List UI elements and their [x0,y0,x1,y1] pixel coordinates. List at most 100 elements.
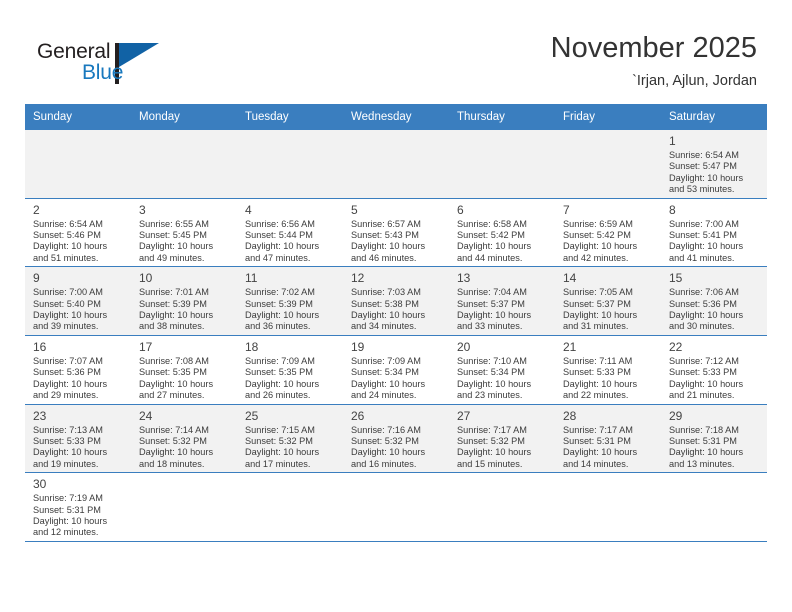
day-details: Sunrise: 7:08 AM Sunset: 5:35 PM Daylight:… [139,356,230,402]
general-blue-logo: General Blue [37,40,167,92]
daylight-text-line2: and 53 minutes. [669,184,735,195]
calendar-day-cell[interactable]: 18 Sunrise: 7:09 AM Sunset: 5:35 PM Dayligh… [237,334,343,405]
calendar-day-cell[interactable]: 9 Sunrise: 7:00 AM Sunset: 5:40 PM Daylight… [25,266,131,336]
calendar-day-cell[interactable]: 14 Sunrise: 7:05 AM Sunset: 5:37 PM Dayligh… [555,266,661,336]
daylight-text-line2: and 34 minutes. [351,321,417,332]
day-details: Sunrise: 7:09 AM Sunset: 5:34 PM Daylight:… [351,356,442,402]
calendar-day-cell[interactable]: 26 Sunrise: 7:16 AM Sunset: 5:32 PM Dayligh… [343,403,449,474]
day-details: Sunrise: 7:05 AM Sunset: 5:37 PM Daylight:… [563,287,654,333]
calendar-page: General Blue November 2025 `Irjan, Ajlun… [0,0,792,612]
sunrise-text: Sunrise: 7:03 AM [351,287,421,298]
calendar-day-cell[interactable]: 12 Sunrise: 7:03 AM Sunset: 5:38 PM Dayligh… [343,266,449,336]
calendar-day-cell[interactable]: 11 Sunrise: 7:02 AM Sunset: 5:39 PM Dayligh… [237,266,343,336]
calendar-day-cell[interactable]: 7 Sunrise: 6:59 AM Sunset: 5:42 PM Daylight… [555,197,661,268]
sunset-text: Sunset: 5:45 PM [139,230,207,241]
day-details: Sunrise: 6:58 AM Sunset: 5:42 PM Daylight:… [457,219,548,265]
sunrise-text: Sunrise: 7:18 AM [669,424,739,435]
day-number: 9 [33,271,40,286]
day-cell-content: 7 Sunrise: 6:59 AM Sunset: 5:42 PM Daylight… [555,199,661,267]
day-number: 13 [457,271,471,286]
calendar-day-cell[interactable]: 6 Sunrise: 6:58 AM Sunset: 5:42 PM Daylight… [449,197,555,268]
sunset-text: Sunset: 5:33 PM [33,435,101,446]
calendar-day-cell[interactable]: 29 Sunrise: 7:18 AM Sunset: 5:31 PM Dayligh… [661,403,767,474]
daylight-text-line2: and 36 minutes. [245,321,311,332]
weekday-header-friday: Friday [555,104,661,130]
weekday-header-sunday: Sunday [25,104,131,130]
sunset-text: Sunset: 5:39 PM [245,298,313,309]
calendar-day-cell[interactable]: 23 Sunrise: 7:13 AM Sunset: 5:33 PM Dayligh… [25,403,131,474]
daylight-text-line2: and 38 minutes. [139,321,205,332]
daylight-text-line2: and 41 minutes. [669,252,735,263]
calendar-day-cell[interactable]: 17 Sunrise: 7:08 AM Sunset: 5:35 PM Dayligh… [131,334,237,405]
sunrise-text: Sunrise: 7:17 AM [457,424,527,435]
sunset-text: Sunset: 5:36 PM [669,298,737,309]
daylight-text-line2: and 14 minutes. [563,458,629,469]
daylight-text-line1: Daylight: 10 hours [351,241,426,252]
daylight-text-line1: Daylight: 10 hours [245,447,320,458]
weekday-header-saturday: Saturday [661,104,767,130]
sunset-text: Sunset: 5:31 PM [563,435,631,446]
calendar-day-cell[interactable]: 27 Sunrise: 7:17 AM Sunset: 5:32 PM Dayligh… [449,403,555,474]
day-number: 2 [33,202,40,217]
calendar-day-cell[interactable]: 20 Sunrise: 7:10 AM Sunset: 5:34 PM Dayligh… [449,334,555,405]
calendar-day-cell[interactable]: 8 Sunrise: 7:00 AM Sunset: 5:41 PM Daylight… [661,197,767,268]
calendar-day-cell[interactable]: 1 Sunrise: 6:54 AM Sunset: 5:47 PM Daylight… [661,129,767,199]
weekday-header-wednesday: Wednesday [343,104,449,130]
daylight-text-line1: Daylight: 10 hours [245,241,320,252]
calendar-day-cell[interactable]: 2 Sunrise: 6:54 AM Sunset: 5:46 PM Daylight… [25,197,131,268]
day-details: Sunrise: 6:55 AM Sunset: 5:45 PM Daylight:… [139,219,230,265]
sunrise-text: Sunrise: 6:58 AM [457,218,527,229]
calendar-day-cell[interactable]: 30 Sunrise: 7:19 AM Sunset: 5:31 PM Dayligh… [25,472,131,542]
weekday-header-thursday: Thursday [449,104,555,130]
sunrise-text: Sunrise: 7:12 AM [669,355,739,366]
day-cell-content: 8 Sunrise: 7:00 AM Sunset: 5:41 PM Daylight… [661,199,767,267]
day-number: 29 [669,408,683,423]
calendar-day-cell[interactable]: 19 Sunrise: 7:09 AM Sunset: 5:34 PM Dayligh… [343,334,449,405]
daylight-text-line1: Daylight: 10 hours [351,447,426,458]
day-number: 23 [33,408,47,423]
day-cell-content [131,473,237,541]
daylight-text-line1: Daylight: 10 hours [669,447,744,458]
daylight-text-line2: and 29 minutes. [33,390,99,401]
sunset-text: Sunset: 5:44 PM [245,230,313,241]
day-details: Sunrise: 7:12 AM Sunset: 5:33 PM Daylight:… [669,356,760,402]
page-header: General Blue November 2025 `Irjan, Ajlun… [0,0,792,104]
day-cell-content: 27 Sunrise: 7:17 AM Sunset: 5:32 PM Dayligh… [449,405,555,473]
calendar-body: 1 Sunrise: 6:54 AM Sunset: 5:47 PM Daylight… [25,129,767,542]
calendar-day-cell[interactable]: 3 Sunrise: 6:55 AM Sunset: 5:45 PM Daylight… [131,197,237,268]
daylight-text-line1: Daylight: 10 hours [457,241,532,252]
calendar-header-row: Sunday Monday Tuesday Wednesday Thursday… [25,104,767,130]
calendar-empty-cell [449,129,555,199]
sunset-text: Sunset: 5:33 PM [669,367,737,378]
day-number: 19 [351,339,365,354]
daylight-text-line2: and 17 minutes. [245,458,311,469]
day-cell-content: 18 Sunrise: 7:09 AM Sunset: 5:35 PM Dayligh… [237,336,343,404]
calendar-day-cell[interactable]: 13 Sunrise: 7:04 AM Sunset: 5:37 PM Dayligh… [449,266,555,336]
sunset-text: Sunset: 5:39 PM [139,298,207,309]
sunrise-text: Sunrise: 7:16 AM [351,424,421,435]
calendar-day-cell[interactable]: 22 Sunrise: 7:12 AM Sunset: 5:33 PM Dayligh… [661,334,767,405]
calendar-week-row: 9 Sunrise: 7:00 AM Sunset: 5:40 PM Daylight… [25,266,767,336]
daylight-text-line2: and 27 minutes. [139,390,205,401]
daylight-text-line1: Daylight: 10 hours [33,241,108,252]
calendar-day-cell[interactable]: 28 Sunrise: 7:17 AM Sunset: 5:31 PM Dayligh… [555,403,661,474]
sunset-text: Sunset: 5:47 PM [669,161,737,172]
calendar-day-cell[interactable]: 4 Sunrise: 6:56 AM Sunset: 5:44 PM Daylight… [237,197,343,268]
day-cell-content: 10 Sunrise: 7:01 AM Sunset: 5:39 PM Dayligh… [131,267,237,335]
calendar-day-cell[interactable]: 15 Sunrise: 7:06 AM Sunset: 5:36 PM Dayligh… [661,266,767,336]
daylight-text-line1: Daylight: 10 hours [351,378,426,389]
calendar-empty-cell [555,129,661,199]
sunrise-text: Sunrise: 7:05 AM [563,287,633,298]
sunset-text: Sunset: 5:32 PM [351,435,419,446]
day-details: Sunrise: 7:03 AM Sunset: 5:38 PM Daylight:… [351,287,442,333]
day-cell-content: 14 Sunrise: 7:05 AM Sunset: 5:37 PM Dayligh… [555,267,661,335]
calendar-day-cell[interactable]: 10 Sunrise: 7:01 AM Sunset: 5:39 PM Dayligh… [131,266,237,336]
calendar-day-cell[interactable]: 16 Sunrise: 7:07 AM Sunset: 5:36 PM Dayligh… [25,334,131,405]
day-cell-content: 20 Sunrise: 7:10 AM Sunset: 5:34 PM Dayligh… [449,336,555,404]
calendar-day-cell[interactable]: 24 Sunrise: 7:14 AM Sunset: 5:32 PM Dayligh… [131,403,237,474]
calendar-day-cell[interactable]: 25 Sunrise: 7:15 AM Sunset: 5:32 PM Dayligh… [237,403,343,474]
day-details: Sunrise: 7:16 AM Sunset: 5:32 PM Daylight:… [351,425,442,471]
sunset-text: Sunset: 5:33 PM [563,367,631,378]
calendar-day-cell[interactable]: 5 Sunrise: 6:57 AM Sunset: 5:43 PM Daylight… [343,197,449,268]
calendar-day-cell[interactable]: 21 Sunrise: 7:11 AM Sunset: 5:33 PM Dayligh… [555,334,661,405]
